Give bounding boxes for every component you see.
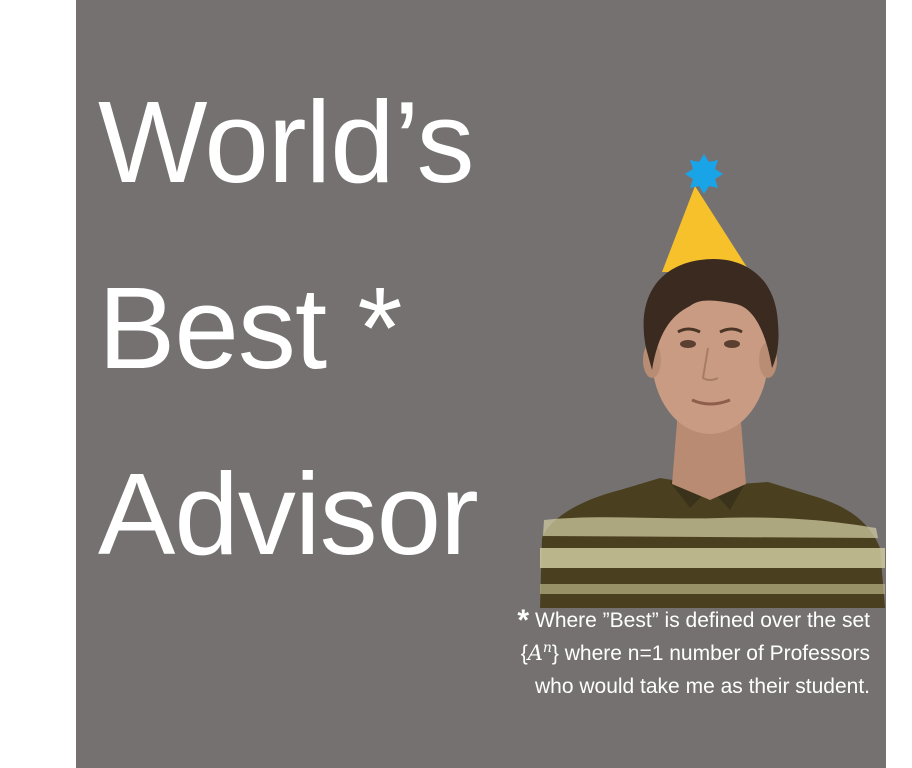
- footnote-line-2: {An} where n=1 number of Professors: [390, 637, 870, 670]
- footnote-text-2: where n=1 number of Professors: [558, 642, 870, 665]
- set-close-brace: }: [551, 642, 559, 665]
- footnote-text-1: Where ”Best” is defined over the set: [535, 609, 870, 632]
- set-open-brace: {: [520, 642, 528, 665]
- footnote-line-1: * Where ”Best” is defined over the set: [390, 604, 870, 637]
- hat-star-icon: [685, 154, 723, 194]
- set-exponent: n: [542, 640, 552, 656]
- footnote-line-3: who would take me as their student.: [534, 675, 870, 698]
- set-symbol: An: [527, 640, 552, 665]
- footnote: * Where ”Best” is defined over the set {A…: [390, 604, 870, 703]
- advisor-portrait: [540, 154, 885, 608]
- title-line-best: Best *: [98, 263, 402, 393]
- title-line-worlds: World’s: [98, 77, 474, 207]
- footnote-asterisk: *: [517, 604, 529, 637]
- poster: World’s Best * Advisor * Where ”Best” is…: [76, 0, 886, 768]
- title-line-advisor: Advisor: [98, 449, 479, 579]
- party-hat-icon: [662, 154, 750, 272]
